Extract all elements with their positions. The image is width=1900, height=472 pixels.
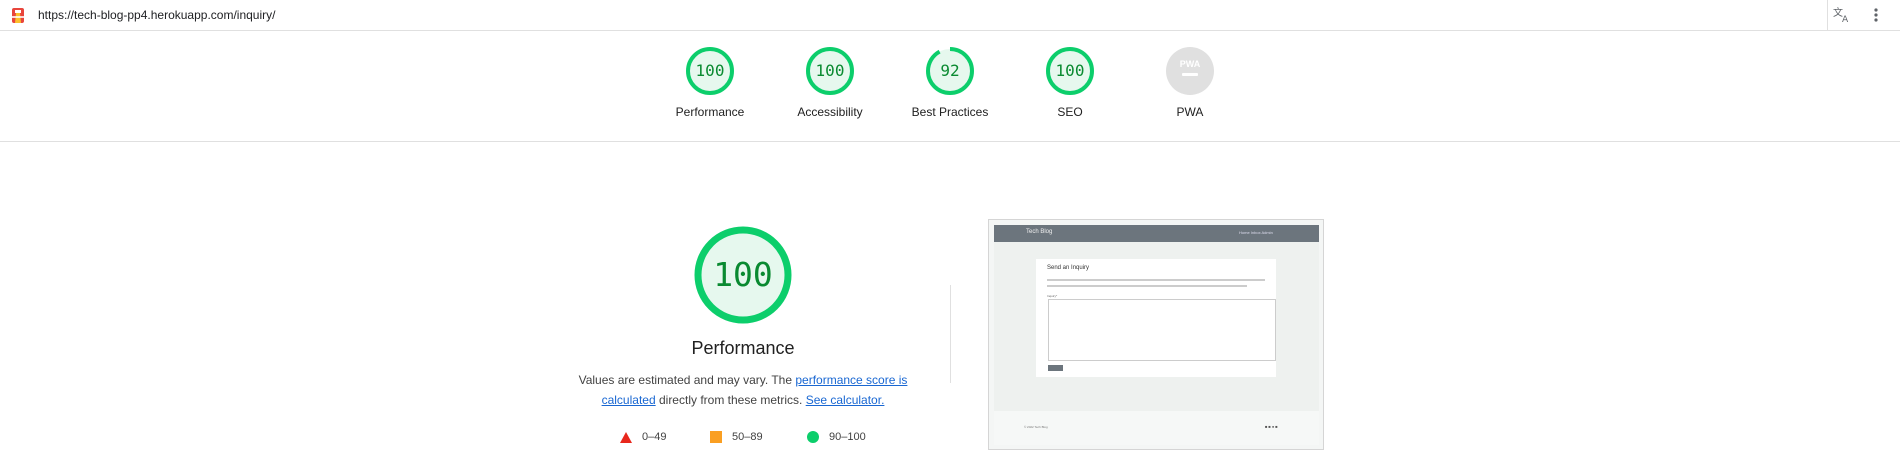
performance-title: Performance (691, 338, 795, 358)
vertical-divider (950, 285, 951, 383)
legend-range: 90–100 (829, 431, 866, 443)
score-summary: 100 Performance 100 Accessibility 92 Bes… (0, 31, 1900, 142)
final-screenshot[interactable]: Tech Blog Home Inbox Admin Send an Inqui… (988, 219, 1324, 450)
triangle-fail-icon (620, 431, 632, 443)
pwa-badge-text: PWA (1180, 59, 1201, 69)
pwa-badge-icon: PWA (1166, 47, 1214, 95)
score-gauge: 100 (1046, 47, 1094, 95)
screenshot-textarea (1048, 299, 1276, 361)
screenshot-text-line (1047, 279, 1265, 281)
lighthouse-icon[interactable] (10, 6, 26, 24)
gauge-label: PWA (1176, 105, 1204, 119)
desc-middle: directly from these metrics. (655, 393, 806, 407)
screenshot-inquiry-card: Send an Inquiry Inquiry* (1036, 259, 1276, 377)
screenshot-card-title: Send an Inquiry (1047, 265, 1090, 271)
score-gauge: 100 (686, 47, 734, 95)
score-gauge: 92 (926, 47, 974, 95)
screenshot-footer-copy: © 2022 Tech Blog (1024, 425, 1048, 429)
gauge-label: Performance (675, 105, 745, 119)
gauge-accessibility[interactable]: 100 Accessibility (770, 45, 890, 119)
performance-main-gauge: 100 (694, 226, 792, 324)
score-gauge: 100 (806, 47, 854, 95)
gauge-score: 100 (696, 61, 725, 80)
kebab-menu-icon[interactable] (1868, 6, 1884, 24)
translate-icon[interactable]: 文 A (1832, 6, 1852, 24)
screenshot-field-label: Inquiry* (1047, 294, 1058, 298)
square-average-icon (710, 431, 722, 443)
gauge-label: SEO (1057, 105, 1083, 119)
screenshot-page: Tech Blog Home Inbox Admin Send an Inqui… (994, 225, 1319, 445)
screenshot-send-button (1048, 365, 1063, 371)
performance-main-score: 100 (713, 255, 773, 294)
gauge-label: Best Practices (911, 105, 989, 119)
gauge-best-practices[interactable]: 92 Best Practices (890, 45, 1010, 119)
legend-average: 50–89 (710, 429, 763, 445)
gauge-label: Accessibility (797, 105, 863, 119)
gauge-score: 92 (940, 61, 959, 80)
svg-text:A: A (1842, 15, 1849, 24)
legend-pass: 90–100 (807, 429, 866, 445)
screenshot-social-icons: ■■●■ (1265, 424, 1279, 429)
browser-top-bar: https://tech-blog-pp4.herokuapp.com/inqu… (0, 0, 1900, 31)
gauge-seo[interactable]: 100 SEO (1010, 45, 1130, 119)
gauge-performance[interactable]: 100 Performance (650, 45, 770, 119)
screenshot-footer: © 2022 Tech Blog ■■●■ (994, 411, 1319, 445)
performance-description: Values are estimated and may vary. The p… (563, 370, 923, 410)
see-calculator-link[interactable]: See calculator. (806, 393, 885, 407)
legend-fail: 0–49 (620, 429, 666, 445)
page-url[interactable]: https://tech-blog-pp4.herokuapp.com/inqu… (38, 8, 275, 22)
screenshot-brand: Tech Blog (1026, 229, 1053, 235)
circle-pass-icon (807, 431, 819, 443)
gauge-score: 100 (1056, 61, 1085, 80)
top-bar-divider (1827, 0, 1828, 31)
gauge-score: 100 (816, 61, 845, 80)
legend-range: 0–49 (642, 431, 667, 443)
screenshot-navbar: Tech Blog Home Inbox Admin (994, 225, 1319, 242)
gauge-pwa[interactable]: PWA PWA (1130, 45, 1250, 119)
screenshot-nav-links: Home Inbox Admin (1239, 230, 1273, 235)
desc-prefix: Values are estimated and may vary. The (578, 373, 796, 387)
screenshot-text-line (1047, 285, 1247, 287)
legend-range: 50–89 (732, 431, 763, 443)
